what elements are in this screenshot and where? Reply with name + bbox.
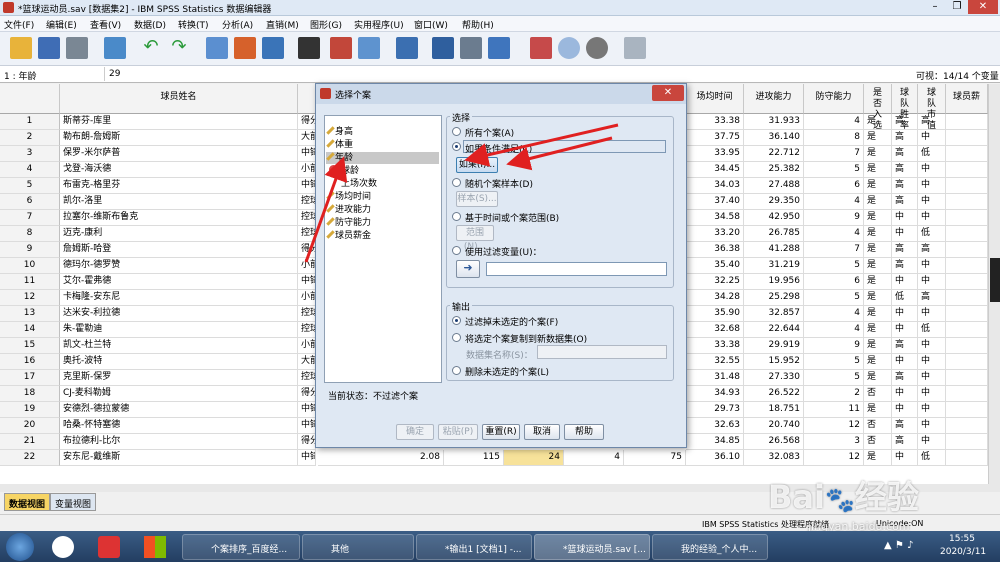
taskbar-item[interactable]: *输出1 [文档1] -... bbox=[416, 534, 532, 560]
arrow-to-age-variable bbox=[304, 156, 348, 263]
tray-icons[interactable]: ▲ ⚑ ♪ bbox=[884, 540, 913, 551]
pinned-app-icon[interactable] bbox=[52, 536, 74, 558]
start-button[interactable] bbox=[6, 533, 34, 561]
taskbar: 个案排序_百度经... 其他 *输出1 [文档1] -... *篮球运动员.sa… bbox=[0, 531, 1000, 562]
taskbar-item[interactable]: 其他 bbox=[302, 534, 414, 560]
pinned-app-icon[interactable] bbox=[144, 536, 166, 558]
arrow-to-if-button bbox=[506, 136, 613, 171]
annotation-arrows bbox=[304, 123, 619, 263]
clock-time: 15:55 bbox=[949, 534, 975, 544]
taskbar-item-active[interactable]: *篮球运动员.sav [... bbox=[534, 534, 650, 560]
pinned-app-icon[interactable] bbox=[98, 536, 120, 558]
clock-date: 2020/3/11 bbox=[940, 547, 987, 557]
taskbar-item[interactable]: 我的经验_个人中... bbox=[652, 534, 768, 560]
taskbar-item[interactable]: 个案排序_百度经... bbox=[182, 534, 300, 560]
